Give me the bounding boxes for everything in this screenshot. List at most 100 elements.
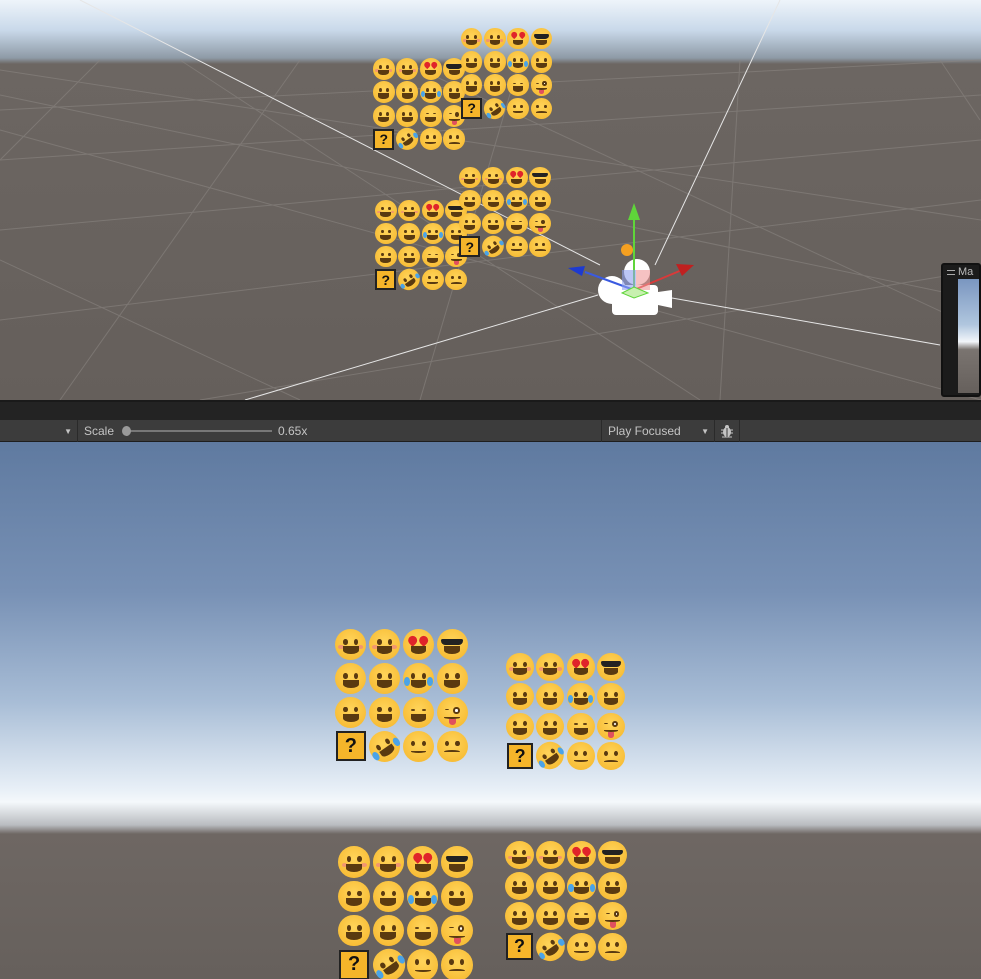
panel-divider[interactable] — [0, 400, 981, 420]
grin-sweat-emoji-icon — [398, 222, 421, 245]
grin-emoji-icon — [506, 682, 535, 711]
rofl-emoji-icon — [479, 93, 510, 124]
chevron-down-icon: ▼ — [64, 426, 72, 436]
heart-eyes-emoji-icon — [421, 199, 444, 222]
tired-emoji-icon — [566, 712, 595, 741]
heart-eyes-emoji-icon — [507, 27, 529, 50]
scale-slider[interactable] — [122, 420, 272, 442]
tongue-wink-emoji-icon — [529, 212, 552, 235]
camera-preview-image — [958, 279, 979, 393]
grin-emoji-icon — [436, 663, 468, 695]
grin-sweat-emoji-icon — [536, 712, 565, 741]
sunglasses-emoji-icon — [598, 841, 627, 870]
tears-of-joy-emoji-icon — [566, 682, 595, 711]
scene-emoji-grid[interactable]: ? — [372, 57, 466, 155]
grin-emoji-icon — [460, 74, 483, 96]
slight-smile-emoji-icon — [419, 128, 442, 151]
frown-emoji-icon — [436, 730, 468, 762]
grin-sweat-emoji-icon — [482, 212, 505, 235]
tongue-wink-emoji-icon — [598, 902, 627, 931]
rofl-emoji-icon — [394, 264, 425, 295]
question-box-icon: ? — [336, 731, 366, 761]
grin-emoji-icon — [374, 245, 397, 268]
grin-sweat-emoji-icon — [536, 682, 565, 711]
smiling-blush-emoji-icon — [338, 846, 370, 878]
sunglasses-emoji-icon — [596, 653, 625, 681]
chevron-down-icon: ▼ — [701, 426, 709, 436]
tears-of-joy-emoji-icon — [567, 871, 596, 900]
slight-smile-emoji-icon — [421, 268, 444, 291]
smiling-blush-emoji-icon — [458, 166, 481, 189]
game-emoji-grid[interactable]: ? — [505, 652, 626, 776]
slight-smile-emoji-icon — [402, 730, 434, 762]
rofl-emoji-icon — [362, 724, 407, 768]
grin-emoji-icon — [338, 880, 370, 913]
slight-smile-emoji-icon — [566, 742, 595, 770]
display-dropdown[interactable]: ▼ — [0, 420, 78, 442]
frown-emoji-icon — [530, 97, 553, 120]
scale-slider-thumb[interactable] — [122, 426, 131, 436]
bug-icon — [721, 425, 733, 438]
tired-emoji-icon — [421, 245, 444, 268]
frown-emoji-icon — [443, 128, 466, 151]
heart-eyes-emoji-icon — [567, 841, 596, 870]
smiling-blush-emoji-icon — [374, 199, 397, 222]
smiling-blush-emoji-icon — [506, 653, 535, 681]
question-box-icon: ? — [505, 933, 534, 961]
smile-emoji-icon — [484, 27, 506, 50]
smile-emoji-icon — [369, 629, 401, 661]
rofl-emoji-icon — [530, 927, 571, 967]
tired-emoji-icon — [419, 104, 442, 127]
bug-button[interactable] — [714, 420, 740, 442]
grin-emoji-icon — [335, 663, 367, 695]
heart-eyes-emoji-icon — [402, 629, 434, 661]
grin-sweat-emoji-icon — [369, 696, 401, 728]
game-emoji-grid[interactable]: ? — [337, 845, 474, 979]
grin-emoji-icon — [460, 51, 483, 73]
grin-sweat-emoji-icon — [536, 871, 565, 900]
smile-emoji-icon — [372, 846, 405, 878]
grin-emoji-icon — [505, 871, 534, 900]
scale-label: Scale — [84, 424, 115, 438]
scene-emoji-grid[interactable]: ? — [374, 199, 468, 295]
frown-emoji-icon — [529, 235, 552, 258]
frown-emoji-icon — [596, 742, 625, 770]
smiling-blush-emoji-icon — [460, 27, 483, 50]
grin-emoji-icon — [596, 682, 625, 711]
game-view[interactable]: ? ? ? ? — [0, 442, 981, 979]
grin-sweat-emoji-icon — [484, 51, 506, 73]
scene-emoji-grid[interactable]: ? — [458, 166, 552, 262]
tongue-wink-emoji-icon — [436, 696, 468, 728]
question-box-icon: ? — [375, 269, 397, 290]
grin-emoji-icon — [372, 81, 395, 104]
sunglasses-emoji-icon — [530, 27, 553, 50]
scene-emoji-grid[interactable]: ? — [460, 27, 553, 124]
smile-emoji-icon — [398, 199, 421, 222]
drag-handle-icon[interactable] — [947, 269, 955, 275]
grin-emoji-icon — [458, 212, 481, 235]
play-mode-dropdown[interactable]: Play Focused ▼ — [601, 420, 713, 442]
play-mode-label: Play Focused — [608, 424, 681, 438]
heart-eyes-emoji-icon — [505, 166, 528, 189]
smiling-blush-emoji-icon — [505, 841, 534, 870]
question-box-icon: ? — [339, 949, 370, 979]
tears-of-joy-emoji-icon — [505, 189, 528, 212]
scene-view[interactable]: ? ? ? ? Ma — [0, 0, 981, 400]
grin-sweat-emoji-icon — [372, 914, 405, 947]
grin-emoji-icon — [338, 914, 370, 947]
grin-sweat-emoji-icon — [484, 74, 506, 96]
frown-emoji-icon — [441, 949, 473, 979]
camera-preview-window[interactable]: Ma — [941, 263, 981, 397]
question-box-icon: ? — [506, 743, 534, 770]
rofl-emoji-icon — [478, 231, 509, 262]
frown-emoji-icon — [445, 268, 468, 291]
tears-of-joy-emoji-icon — [421, 222, 444, 245]
grin-emoji-icon — [506, 712, 535, 741]
tears-of-joy-emoji-icon — [402, 663, 434, 695]
game-emoji-grid[interactable]: ? — [504, 840, 628, 967]
smile-emoji-icon — [482, 166, 505, 189]
smile-emoji-icon — [536, 653, 565, 681]
rofl-emoji-icon — [531, 736, 570, 776]
grin-emoji-icon — [530, 51, 553, 73]
game-emoji-grid[interactable]: ? — [334, 628, 469, 768]
